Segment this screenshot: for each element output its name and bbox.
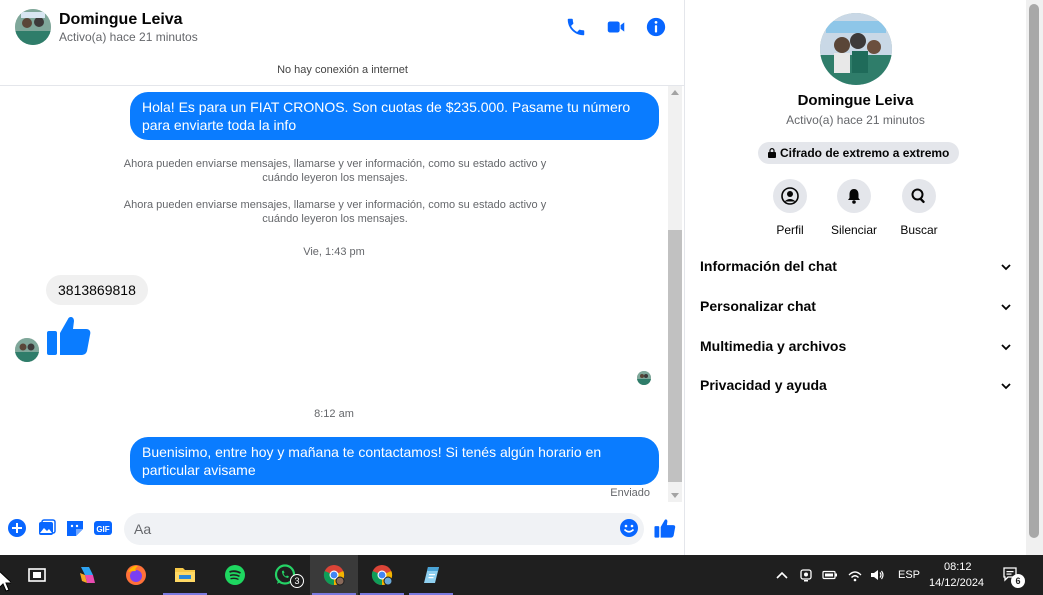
timestamp: Vie, 1:43 pm bbox=[303, 246, 365, 258]
taskbar-copilot[interactable] bbox=[64, 555, 112, 595]
wifi-icon[interactable] bbox=[847, 567, 863, 583]
task-view-icon bbox=[28, 568, 46, 582]
profile-avatar[interactable] bbox=[820, 13, 892, 85]
lock-icon bbox=[768, 148, 776, 158]
clock-date[interactable]: 14/12/2024 bbox=[929, 577, 984, 589]
profile-action[interactable]: Perfil bbox=[755, 179, 825, 237]
search-action-label: Buscar bbox=[900, 223, 938, 237]
message-scrollbar[interactable] bbox=[668, 86, 682, 502]
sender-avatar bbox=[15, 338, 39, 362]
plus-icon[interactable] bbox=[7, 518, 27, 538]
task-view-button[interactable] bbox=[13, 555, 61, 595]
contact-status: Activo(a) hace 21 minutos bbox=[59, 30, 198, 44]
chrome-icon bbox=[323, 565, 345, 586]
taskbar-notes-app[interactable] bbox=[407, 555, 455, 595]
taskbar-spotify[interactable] bbox=[211, 555, 259, 595]
section-label: Multimedia y archivos bbox=[700, 338, 847, 354]
notification-count: 6 bbox=[1011, 574, 1025, 588]
taskbar-firefox[interactable] bbox=[112, 555, 160, 595]
timestamp: 8:12 am bbox=[314, 408, 354, 420]
section-privacy-help[interactable]: Privacidad y ayuda bbox=[700, 374, 1012, 398]
offline-banner: No hay conexión a internet bbox=[0, 56, 685, 86]
chevron-down-icon bbox=[1001, 344, 1011, 351]
sticker-icon[interactable] bbox=[65, 518, 85, 538]
whatsapp-badge: 3 bbox=[290, 574, 304, 588]
taskbar bbox=[0, 555, 1043, 595]
send-like-icon[interactable] bbox=[654, 517, 676, 539]
mute-action-label: Silenciar bbox=[830, 223, 878, 237]
webcam-icon[interactable] bbox=[798, 567, 814, 583]
chevron-down-icon bbox=[1001, 264, 1011, 271]
section-media-files[interactable]: Multimedia y archivos bbox=[700, 335, 1012, 359]
taskbar-file-explorer[interactable] bbox=[161, 555, 209, 595]
window-scrollbar[interactable] bbox=[1026, 0, 1043, 555]
profile-action-circle bbox=[773, 179, 807, 213]
profile-name: Domingue Leiva bbox=[797, 92, 914, 109]
battery-icon[interactable] bbox=[822, 567, 838, 583]
phone-icon[interactable] bbox=[565, 16, 587, 38]
svg-text:GIF: GIF bbox=[96, 525, 109, 534]
section-label: Información del chat bbox=[700, 258, 837, 274]
contact-avatar[interactable] bbox=[15, 9, 51, 45]
notes-icon bbox=[424, 567, 439, 583]
clock-time[interactable]: 08:12 bbox=[944, 561, 972, 573]
search-action[interactable]: Buscar bbox=[884, 179, 954, 237]
messenger-window: Domingue Leiva Activo(a) hace 21 minutos… bbox=[0, 0, 1043, 555]
search-icon bbox=[911, 188, 925, 204]
mute-action[interactable]: Silenciar bbox=[819, 179, 889, 237]
chevron-down-icon bbox=[1001, 383, 1011, 390]
pointer-cursor-icon bbox=[0, 571, 11, 592]
spotify-icon bbox=[225, 565, 245, 585]
photo-icon[interactable] bbox=[37, 518, 57, 538]
section-label: Personalizar chat bbox=[700, 298, 816, 314]
profile-status: Activo(a) hace 21 minutos bbox=[786, 113, 925, 127]
section-label: Privacidad y ayuda bbox=[700, 377, 827, 393]
section-chat-info[interactable]: Información del chat bbox=[700, 255, 1012, 279]
volume-icon[interactable] bbox=[869, 567, 885, 583]
chrome-icon bbox=[371, 565, 393, 586]
video-call-icon[interactable] bbox=[605, 16, 627, 38]
incoming-message[interactable]: 3813869818 bbox=[46, 275, 148, 305]
profile-action-label: Perfil bbox=[776, 223, 804, 237]
input-language[interactable]: ESP bbox=[898, 569, 920, 581]
section-customize-chat[interactable]: Personalizar chat bbox=[700, 295, 1012, 319]
system-notice: Ahora pueden enviarse mensajes, llamarse… bbox=[123, 199, 547, 225]
mute-action-circle bbox=[837, 179, 871, 213]
message-list: Hola! Es para un FIAT CRONOS. Son cuotas… bbox=[0, 86, 668, 502]
emoji-icon[interactable] bbox=[619, 518, 639, 538]
outgoing-message[interactable]: Hola! Es para un FIAT CRONOS. Son cuotas… bbox=[130, 92, 659, 140]
outgoing-message[interactable]: Buenisimo, entre hoy y mañana te contact… bbox=[130, 437, 659, 485]
scroll-up-arrow[interactable] bbox=[671, 90, 679, 95]
scroll-down-arrow[interactable] bbox=[671, 493, 679, 498]
contact-name[interactable]: Domingue Leiva bbox=[59, 11, 183, 29]
system-notice: Ahora pueden enviarse mensajes, llamarse… bbox=[123, 158, 547, 184]
user-icon bbox=[781, 187, 799, 205]
taskbar-chrome-active[interactable] bbox=[310, 555, 358, 595]
chevron-up-icon[interactable] bbox=[774, 567, 790, 583]
firefox-icon bbox=[126, 565, 146, 585]
chat-header: Domingue Leiva Activo(a) hace 21 minutos bbox=[0, 0, 685, 56]
search-action-circle bbox=[902, 179, 936, 213]
info-icon[interactable] bbox=[645, 16, 667, 38]
message-status: Enviado bbox=[610, 487, 650, 499]
folder-icon bbox=[175, 568, 195, 582]
window-scroll-thumb[interactable] bbox=[1029, 4, 1039, 538]
copilot-icon bbox=[80, 567, 95, 583]
encryption-badge[interactable]: Cifrado de extremo a extremo bbox=[758, 142, 960, 164]
gif-icon[interactable]: GIF bbox=[93, 518, 113, 538]
thumbs-up-sticker-icon[interactable] bbox=[46, 313, 92, 357]
bell-icon bbox=[848, 189, 860, 204]
scroll-thumb[interactable] bbox=[668, 230, 682, 482]
composer: GIF bbox=[0, 505, 685, 555]
read-receipt-avatar bbox=[637, 371, 651, 385]
chat-pane: Domingue Leiva Activo(a) hace 21 minutos… bbox=[0, 0, 685, 555]
encryption-label: Cifrado de extremo a extremo bbox=[780, 146, 950, 160]
message-input[interactable] bbox=[124, 513, 644, 545]
chevron-down-icon bbox=[1001, 304, 1011, 311]
taskbar-chrome-profile[interactable] bbox=[358, 555, 406, 595]
chat-info-panel: Domingue Leiva Activo(a) hace 21 minutos… bbox=[685, 0, 1026, 555]
